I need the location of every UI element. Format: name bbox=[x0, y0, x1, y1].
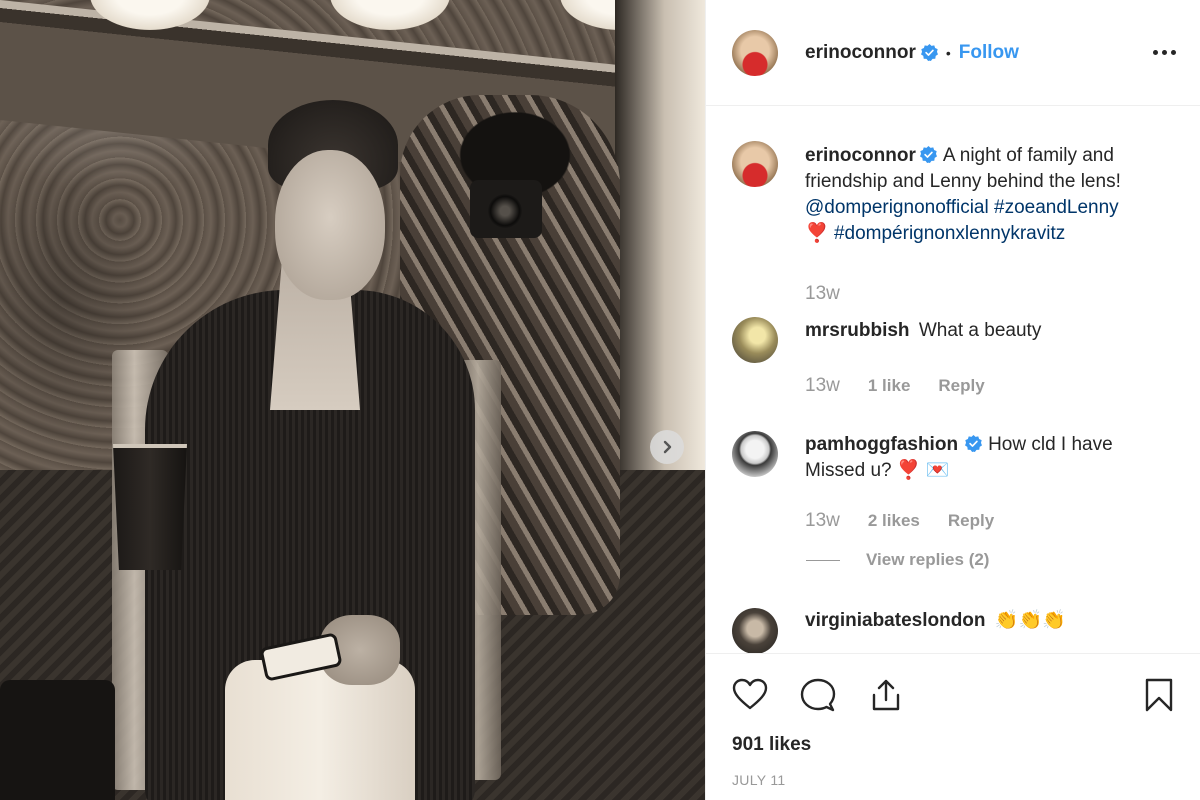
caption-time[interactable]: 13w bbox=[805, 283, 840, 305]
reply-button[interactable]: Reply bbox=[948, 511, 994, 531]
clapping-emoji: 👏👏👏 bbox=[994, 610, 1066, 631]
post-date[interactable]: JULY 11 bbox=[732, 772, 1177, 788]
author-username[interactable]: erinoconnor bbox=[805, 42, 916, 64]
comment-username[interactable]: virginiabateslondon bbox=[805, 610, 986, 631]
verified-badge-icon bbox=[965, 435, 983, 452]
commenter-avatar[interactable] bbox=[732, 431, 778, 477]
vanity-bulb bbox=[330, 0, 450, 30]
comment-time[interactable]: 13w bbox=[805, 375, 840, 397]
comment-username[interactable]: pamhoggfashion bbox=[805, 434, 958, 455]
comment-likes[interactable]: 2 likes bbox=[868, 511, 920, 531]
bookmark-icon[interactable] bbox=[1141, 677, 1177, 713]
caption: erinoconnor A night of family and friends… bbox=[732, 141, 1177, 247]
post-header: erinoconnor • Follow bbox=[706, 0, 1200, 106]
more-options-icon[interactable] bbox=[1153, 42, 1176, 63]
comment-username[interactable]: mrsrubbish bbox=[805, 320, 910, 341]
caption-hashtag[interactable]: #dompérignonxlennykravitz bbox=[834, 223, 1065, 244]
comment-body: mrsrubbish What a beauty bbox=[805, 318, 1041, 344]
comment: pamhoggfashion How cld I have Missed u? ❣… bbox=[732, 431, 1177, 484]
verified-badge-icon bbox=[919, 146, 937, 163]
reply-button[interactable]: Reply bbox=[938, 376, 984, 396]
comment: virginiabateslondon 👏👏👏 bbox=[732, 608, 1177, 653]
comment-body: pamhoggfashion How cld I have Missed u? ❣… bbox=[805, 432, 1135, 484]
caption-meta: 13w bbox=[805, 283, 1177, 305]
author-avatar[interactable] bbox=[732, 29, 778, 76]
chevron-right-icon bbox=[663, 440, 672, 454]
comment-text: What a beauty bbox=[918, 320, 1042, 341]
caption-username[interactable]: erinoconnor bbox=[805, 145, 916, 166]
share-icon[interactable] bbox=[868, 677, 904, 713]
caption-hashtag[interactable]: #zoeandLenny bbox=[994, 197, 1119, 218]
post-side-panel: erinoconnor • Follow erinoconnor A night … bbox=[705, 0, 1200, 800]
view-replies-button[interactable]: View replies (2) bbox=[806, 550, 1177, 570]
post-photo[interactable] bbox=[0, 0, 705, 800]
comment-meta: 13w 1 like Reply bbox=[805, 375, 1177, 397]
view-replies-label: View replies (2) bbox=[866, 550, 990, 569]
handbag bbox=[0, 680, 115, 800]
heart-exclamation-emoji: ❣️ bbox=[805, 223, 829, 244]
likes-count[interactable]: 901 likes bbox=[732, 734, 1177, 756]
comment-icon[interactable] bbox=[800, 677, 836, 713]
next-slide-button[interactable] bbox=[650, 430, 684, 464]
camera bbox=[470, 180, 542, 238]
woman-face bbox=[275, 150, 385, 300]
comment-meta: 13w 2 likes Reply bbox=[805, 510, 1177, 532]
coffee-cup bbox=[113, 444, 187, 570]
heart-icon[interactable] bbox=[732, 677, 768, 713]
follow-button[interactable]: Follow bbox=[959, 42, 1019, 64]
commenter-avatar[interactable] bbox=[732, 317, 778, 363]
commenter-avatar[interactable] bbox=[732, 608, 778, 653]
comment-likes[interactable]: 1 like bbox=[868, 376, 911, 396]
post-actions: 901 likes JULY 11 bbox=[706, 653, 1200, 800]
verified-badge-icon bbox=[920, 44, 938, 61]
author-avatar[interactable] bbox=[732, 141, 778, 187]
caption-body: erinoconnor A night of family and friends… bbox=[805, 143, 1177, 247]
action-icons bbox=[732, 654, 1177, 736]
separator-dot: • bbox=[945, 44, 951, 61]
comment: mrsrubbish What a beauty bbox=[732, 317, 1177, 363]
caption-mention[interactable]: @domperignonofficial bbox=[805, 197, 989, 218]
woman-legs bbox=[225, 660, 415, 800]
comments-list[interactable]: erinoconnor A night of family and friends… bbox=[706, 107, 1200, 653]
view-replies-line bbox=[806, 559, 840, 561]
comment-body: virginiabateslondon 👏👏👏 bbox=[805, 608, 1066, 634]
comment-time[interactable]: 13w bbox=[805, 510, 840, 532]
